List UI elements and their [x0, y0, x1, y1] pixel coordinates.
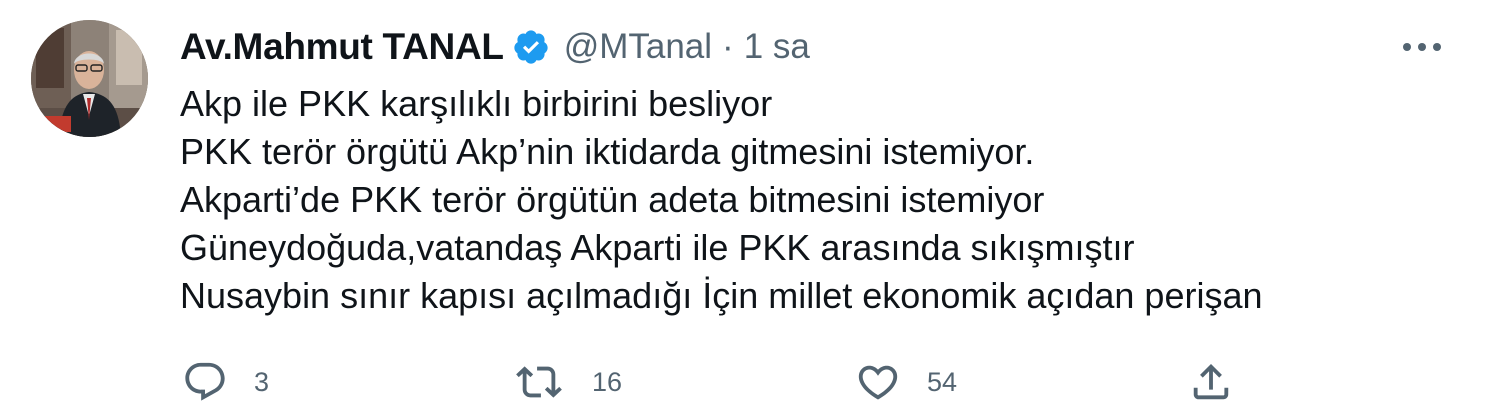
- tweet-text: Akp ile PKK karşılıklı birbirini besliyo…: [180, 80, 1470, 320]
- share-icon: [1193, 363, 1229, 400]
- like-count: 54: [927, 366, 958, 397]
- verified-badge-icon: [512, 28, 550, 66]
- tweet-text-line: Akparti’de PKK terör örgütün adeta bitme…: [180, 179, 1045, 220]
- tweet-text-line: Güneydoğuda,vatandaş Akparti ile PKK ara…: [180, 227, 1135, 268]
- tweet-text-line: PKK terör örgütü Akp’nin iktidarda gitme…: [180, 131, 1035, 172]
- retweet-count: 16: [592, 366, 623, 397]
- heart-icon: [858, 365, 898, 400]
- share-button[interactable]: [1188, 355, 1234, 409]
- tweet-text-line: Akp ile PKK karşılıklı birbirini besliyo…: [180, 83, 773, 124]
- tweet-text-line: Nusaybin sınır kapısı açılmadığı İçin mi…: [180, 275, 1263, 316]
- separator-dot: ·: [722, 27, 734, 66]
- tweet-timestamp[interactable]: 1 sa: [744, 27, 810, 67]
- like-button[interactable]: 54: [855, 355, 957, 409]
- more-icon: [1403, 43, 1441, 51]
- tweet-actions: 3 16 54: [0, 355, 1499, 409]
- avatar-image: [31, 20, 148, 137]
- retweet-icon: [516, 366, 562, 398]
- reply-button[interactable]: 3: [182, 355, 269, 409]
- more-options-button[interactable]: [1392, 32, 1452, 62]
- author-display-name[interactable]: Av.Mahmut TANAL: [180, 26, 504, 68]
- retweet-button[interactable]: 16: [512, 355, 622, 409]
- tweet[interactable]: Av.Mahmut TANAL @MTanal · 1 sa Akp ile P…: [0, 0, 1499, 412]
- reply-count: 3: [254, 366, 270, 397]
- tweet-header: Av.Mahmut TANAL @MTanal · 1 sa: [180, 22, 810, 72]
- avatar[interactable]: [31, 20, 148, 137]
- author-handle[interactable]: @MTanal: [564, 27, 712, 67]
- reply-icon: [185, 362, 225, 401]
